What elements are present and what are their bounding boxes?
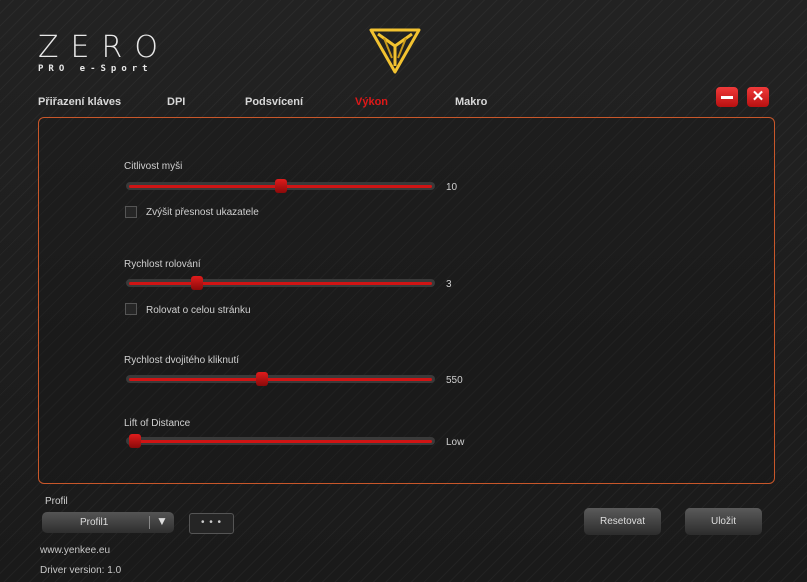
double-click-slider[interactable] <box>126 372 435 386</box>
tab-key-assignment[interactable]: Přiřazení kláves <box>38 96 121 108</box>
sensitivity-value: 10 <box>446 182 458 193</box>
tab-performance[interactable]: Výkon <box>355 96 388 108</box>
lift-off-slider[interactable] <box>126 434 435 448</box>
profile-selected: Profil1 <box>80 517 109 528</box>
brand-name: ZERO <box>38 30 170 65</box>
tab-bar: Přiřazení kláves DPI Podsvícení Výkon Ma… <box>0 96 807 112</box>
double-click-slider-thumb[interactable] <box>255 372 268 386</box>
lift-off-label: Lift of Distance <box>124 418 191 429</box>
scroll-speed-value: 3 <box>446 279 452 290</box>
close-button[interactable]: ✕ <box>747 87 769 107</box>
driver-version: Driver version: 1.0 <box>40 565 122 576</box>
profile-dropdown[interactable]: Profil1 ▼ <box>42 512 174 533</box>
save-button[interactable]: Uložit <box>685 508 762 535</box>
sensitivity-label: Citlivost myši <box>124 161 183 172</box>
lift-off-slider-thumb[interactable] <box>129 434 142 448</box>
profile-more-button[interactable]: • • • <box>189 513 234 534</box>
profile-label: Profil <box>45 496 68 507</box>
page-scroll-checkbox[interactable] <box>125 303 137 315</box>
scroll-speed-slider[interactable] <box>126 276 435 290</box>
chevron-down-icon: ▼ <box>156 514 168 528</box>
minimize-button[interactable] <box>716 87 738 107</box>
slider-track-line <box>129 440 432 443</box>
double-click-label: Rychlost dvojitého kliknutí <box>124 355 240 366</box>
reset-button[interactable]: Resetovat <box>584 508 661 535</box>
scroll-speed-slider-thumb[interactable] <box>191 276 204 290</box>
slider-track-line <box>129 282 432 285</box>
lift-off-value: Low <box>446 437 465 448</box>
slider-track-line <box>129 378 432 381</box>
page-scroll-label: Rolovat o celou stránku <box>146 305 251 316</box>
tab-dpi[interactable]: DPI <box>167 96 185 108</box>
double-click-value: 550 <box>446 375 463 386</box>
sensitivity-slider-thumb[interactable] <box>274 179 287 193</box>
website-link[interactable]: www.yenkee.eu <box>40 545 110 556</box>
sensitivity-slider[interactable] <box>126 179 435 193</box>
dropdown-divider <box>149 516 150 529</box>
brand-subtitle: PRO e-Sport <box>38 64 153 74</box>
tab-macro[interactable]: Makro <box>455 96 487 108</box>
precision-label: Zvýšit přesnost ukazatele <box>146 207 259 218</box>
scroll-speed-label: Rychlost rolování <box>124 259 201 270</box>
precision-checkbox[interactable] <box>125 206 137 218</box>
tab-backlight[interactable]: Podsvícení <box>245 96 303 108</box>
yellow-triangle-emblem-icon <box>369 28 421 74</box>
